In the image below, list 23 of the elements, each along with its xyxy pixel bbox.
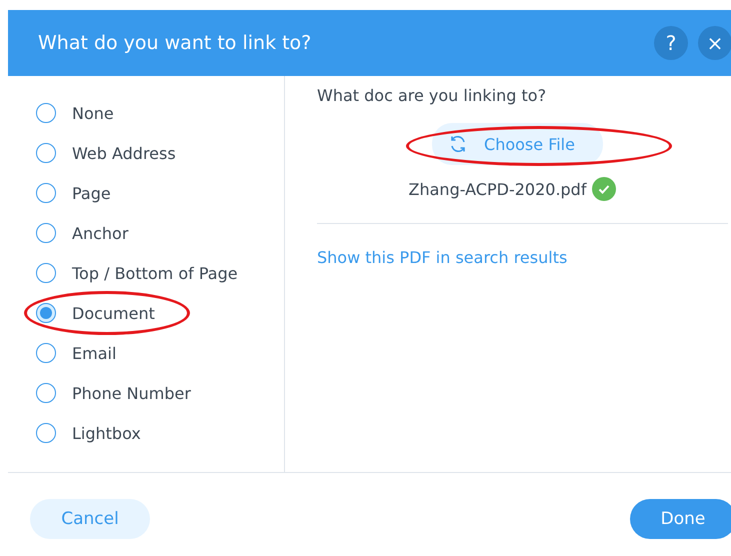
radio-label[interactable]: Phone Number bbox=[72, 384, 191, 402]
radio-label[interactable]: Lightbox bbox=[72, 424, 141, 442]
prompt-text: What doc are you linking to? bbox=[317, 86, 548, 105]
file-name: Zhang-ACPD-2020.pdf bbox=[408, 180, 586, 198]
radio-button[interactable] bbox=[36, 183, 56, 203]
radio-label[interactable]: Web Address bbox=[72, 144, 176, 162]
close-button[interactable]: × bbox=[698, 26, 731, 60]
radio-button[interactable] bbox=[36, 423, 56, 443]
radio-label[interactable]: Page bbox=[72, 184, 111, 202]
radio-label[interactable]: Document bbox=[72, 304, 155, 322]
radio-button[interactable] bbox=[36, 143, 56, 163]
radio-label[interactable]: Email bbox=[72, 344, 116, 362]
dialog-title: What do you want to link to? bbox=[38, 32, 312, 54]
radio-button[interactable] bbox=[36, 343, 56, 363]
radio-button[interactable] bbox=[36, 103, 56, 123]
radio-button[interactable] bbox=[36, 223, 56, 243]
radio-label[interactable]: Top / Bottom of Page bbox=[72, 264, 238, 282]
help-button[interactable]: ? bbox=[654, 26, 688, 60]
radio-button[interactable] bbox=[36, 303, 56, 323]
radio-button[interactable] bbox=[36, 263, 56, 283]
radio-label[interactable]: None bbox=[72, 104, 114, 122]
radio-button[interactable] bbox=[36, 383, 56, 403]
radio-label[interactable]: Anchor bbox=[72, 224, 128, 242]
